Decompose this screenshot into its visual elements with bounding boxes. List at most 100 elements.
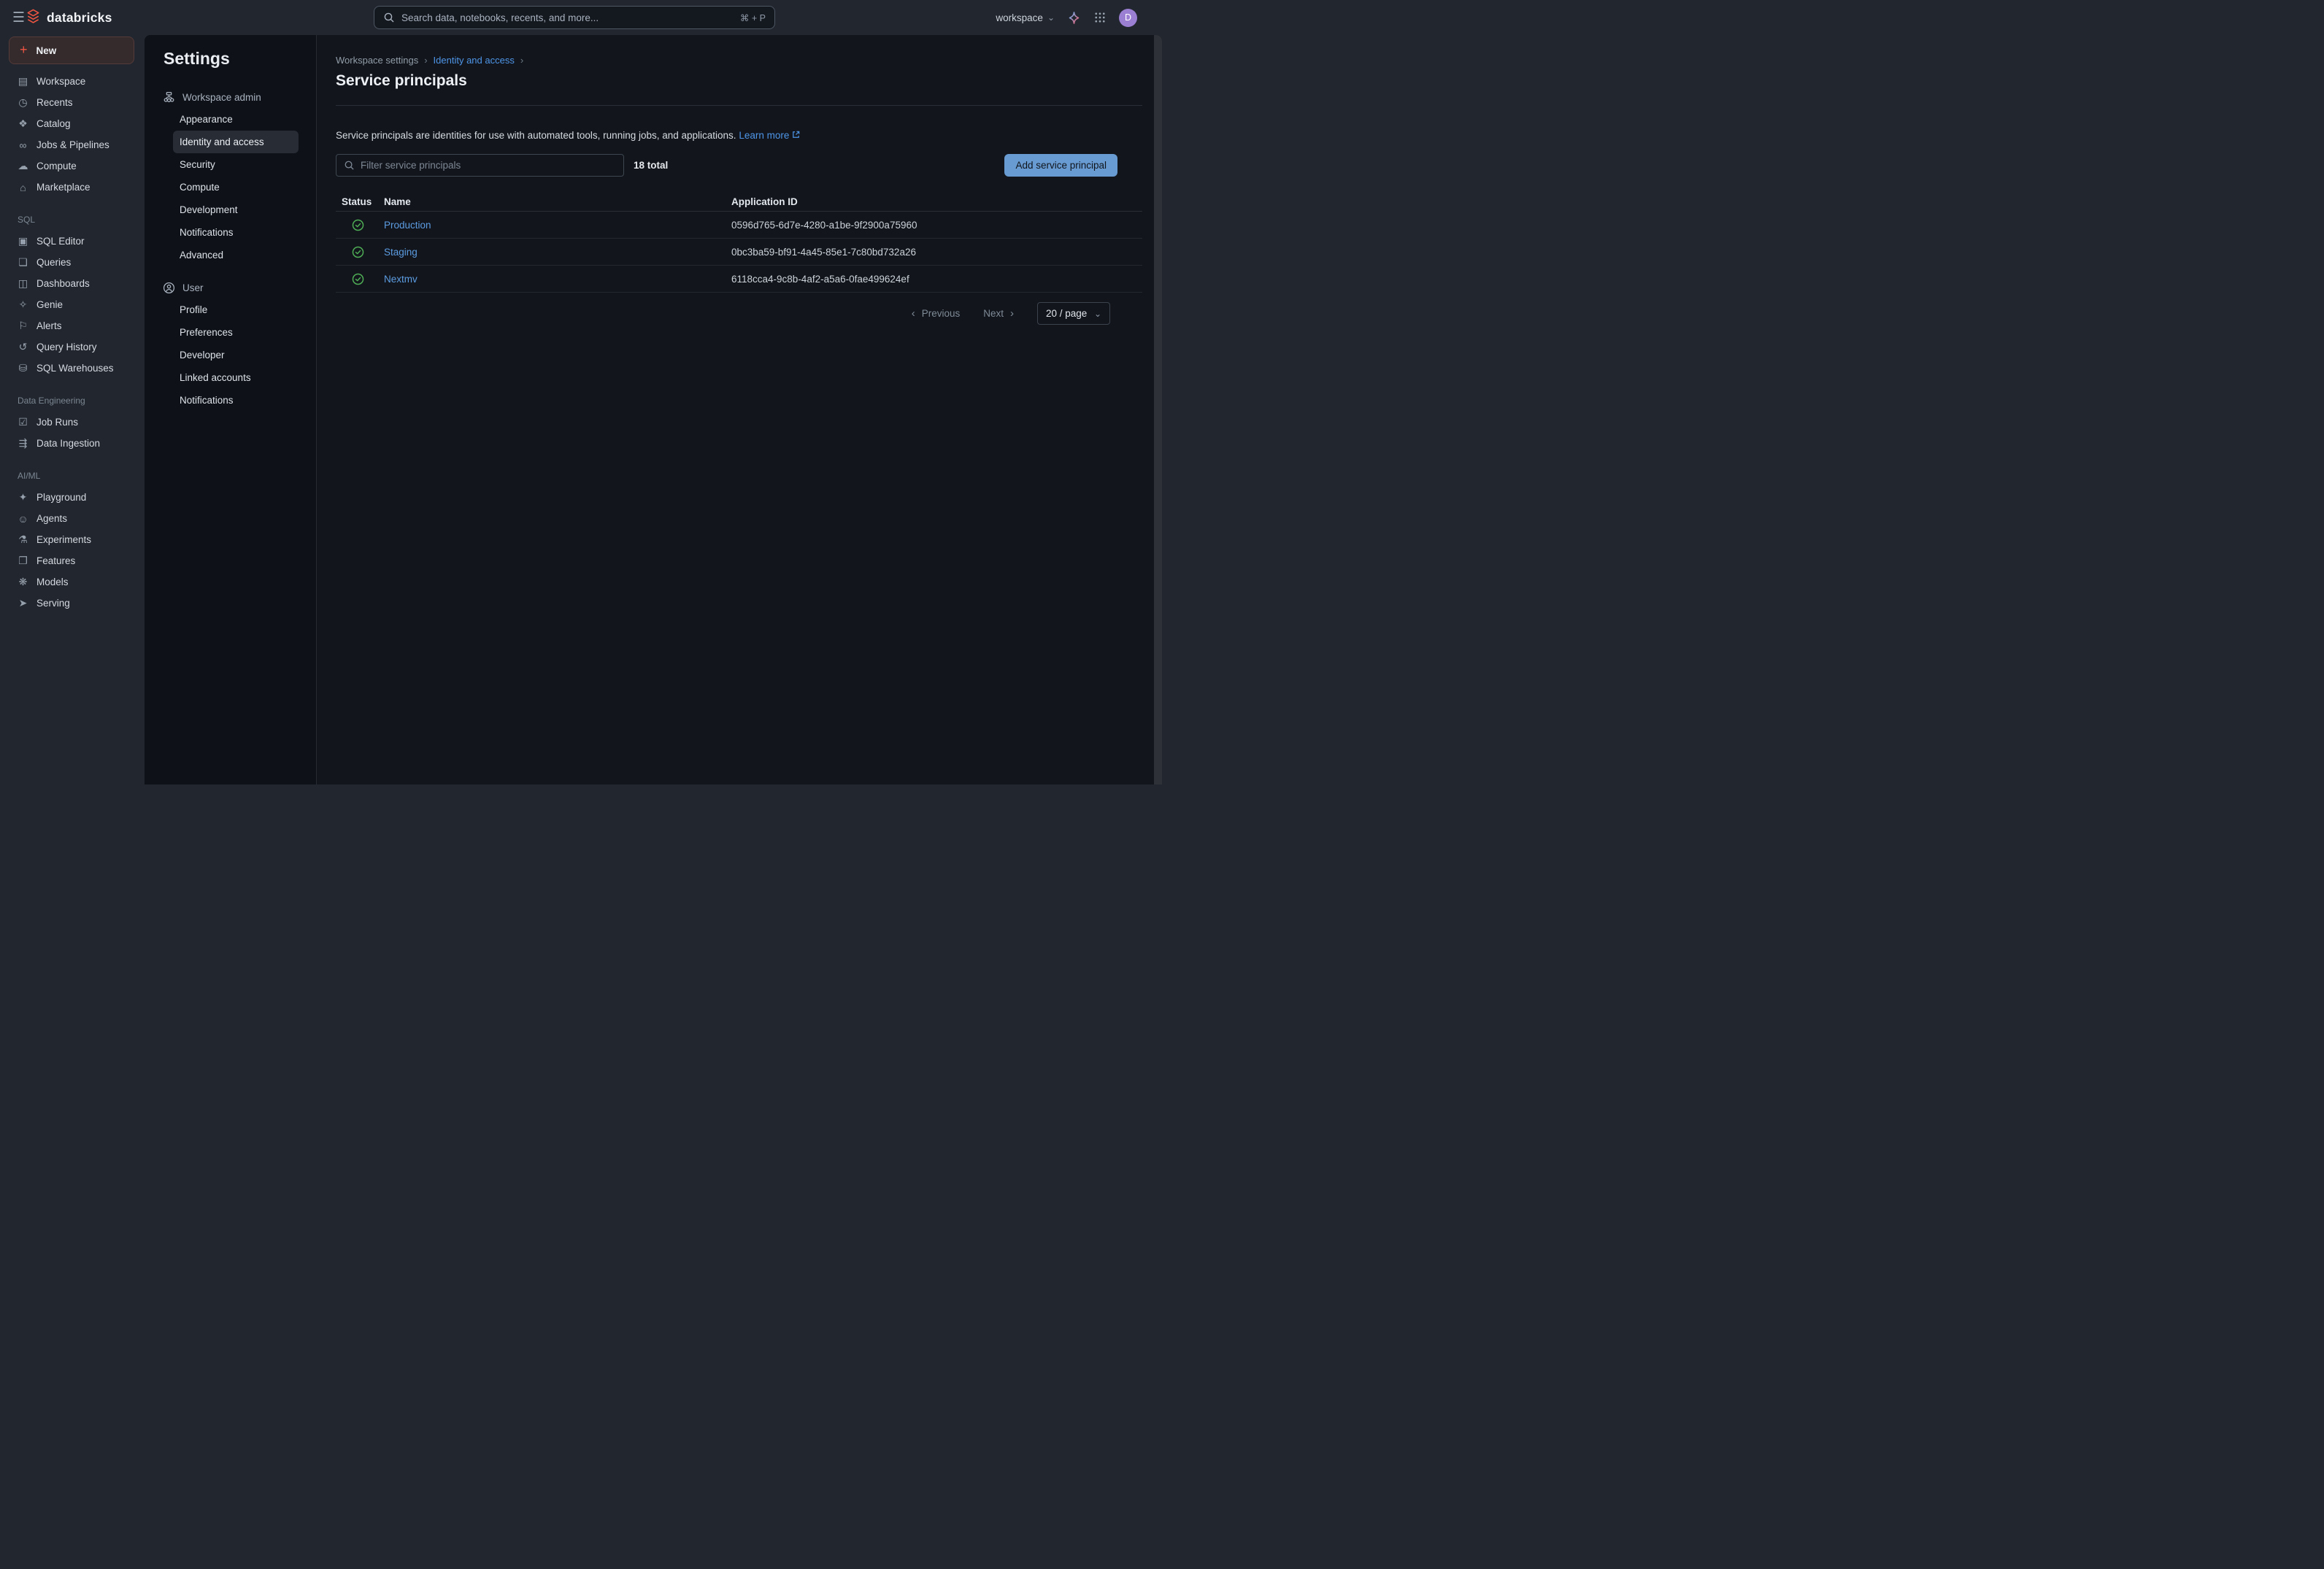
chevron-left-icon: ‹ xyxy=(912,308,915,319)
global-search-bar[interactable]: ⌘ + P xyxy=(374,6,775,29)
next-page-button[interactable]: Next › xyxy=(983,308,1014,319)
previous-page-button[interactable]: ‹ Previous xyxy=(912,308,961,319)
user-avatar[interactable]: D xyxy=(1119,9,1137,27)
breadcrumb-item-identity-and-access[interactable]: Identity and access xyxy=(434,55,515,66)
models-icon: ❋ xyxy=(16,576,30,588)
settings-nav-linked-accounts[interactable]: Linked accounts xyxy=(173,366,299,389)
column-header-name: Name xyxy=(384,196,731,207)
chevron-down-icon: ⌄ xyxy=(1047,13,1055,22)
sidebar-item-queries[interactable]: ❏Queries xyxy=(0,252,145,273)
sidebar-sections: ▤Workspace◷Recents❖Catalog ∞ Jobs & Pipeli… xyxy=(0,64,145,614)
workspace-icon: ▤ xyxy=(16,75,30,88)
table-header-row: StatusNameApplication ID xyxy=(336,192,1142,212)
settings-nav-appearance[interactable]: Appearance xyxy=(173,108,299,131)
status-cell xyxy=(342,273,384,285)
total-count: 18 total xyxy=(634,160,668,171)
workspace-switcher[interactable]: workspace ⌄ xyxy=(996,12,1055,23)
sidebar-item-agents[interactable]: ☺Agents xyxy=(0,508,145,529)
page-title: Service principals xyxy=(336,72,1142,90)
service-principal-name-link[interactable]: Nextmv xyxy=(384,274,418,285)
vertical-scrollbar[interactable] xyxy=(1154,35,1162,784)
sidebar-item-job-runs[interactable]: ☑Job Runs xyxy=(0,412,145,433)
page-description: Service principals are identities for us… xyxy=(336,130,1142,142)
sidebar-item-label: Data Ingestion xyxy=(36,438,100,449)
settings-nav-developer[interactable]: Developer xyxy=(173,344,299,366)
sidebar-item-jobs-pipelines[interactable]: ∞ Jobs & Pipelines xyxy=(0,134,145,155)
sidebar-item-label: Catalog xyxy=(36,118,71,129)
table-row: Nextmv 6118cca4-9c8b-4af2-a5a6-0fae499624… xyxy=(336,266,1142,293)
learn-more-link[interactable]: Learn more xyxy=(739,130,801,141)
sidebar-item-sql-editor[interactable]: ▣SQL Editor xyxy=(0,231,145,252)
sidebar-item-genie[interactable]: ✧Genie xyxy=(0,294,145,315)
alerts-icon: ⚐ xyxy=(16,320,30,332)
sidebar-item-label: Compute xyxy=(36,161,77,171)
experiments-icon: ⚗ xyxy=(16,533,30,546)
plus-icon: + xyxy=(20,42,28,58)
sidebar-item-compute[interactable]: ☁ Compute xyxy=(0,155,145,177)
sidebar-item-dashboards[interactable]: ◫Dashboards xyxy=(0,273,145,294)
settings-nav-identity-and-access[interactable]: Identity and access xyxy=(173,131,299,153)
sidebar-item-sql-warehouses[interactable]: ⛁SQL Warehouses xyxy=(0,358,145,379)
sidebar-item-models[interactable]: ❋Models xyxy=(0,571,145,593)
sidebar-item-label: SQL Editor xyxy=(36,236,85,247)
add-service-principal-button[interactable]: Add service principal xyxy=(1004,154,1117,177)
sidebar-item-features[interactable]: ❐Features xyxy=(0,550,145,571)
sidebar-item-label: Serving xyxy=(36,598,70,609)
jobs-pipelines-icon: ∞ xyxy=(16,139,30,151)
chevron-right-icon: › xyxy=(520,55,523,66)
page-size-select[interactable]: 20 / page ⌄ xyxy=(1037,302,1110,325)
topbar: ☰ databricks ⌘ + P workspace ⌄ xyxy=(0,0,1162,35)
table-body: Production0596d765-6d7e-4280-a1be-9f2900… xyxy=(336,212,1142,293)
sidebar-item-label: Features xyxy=(36,555,75,566)
sidebar-item-marketplace[interactable]: ⌂Marketplace xyxy=(0,177,145,198)
sql-warehouses-icon: ⛁ xyxy=(16,362,30,374)
sidebar-item-alerts[interactable]: ⚐ Alerts xyxy=(0,315,145,336)
sidebar-item-recents[interactable]: ◷Recents xyxy=(0,92,145,113)
settings-group-header-workspace-admin: Workspace admin xyxy=(145,86,316,108)
sidebar-item-playground[interactable]: ✦Playground xyxy=(0,487,145,508)
filter-service-principals-field[interactable] xyxy=(336,154,624,177)
sidebar-item-workspace[interactable]: ▤Workspace xyxy=(0,71,145,92)
sidebar-item-catalog[interactable]: ❖Catalog xyxy=(0,113,145,134)
filter-service-principals-input[interactable] xyxy=(361,160,616,171)
settings-group-user: UserProfilePreferencesDeveloperLinked ac… xyxy=(145,277,316,412)
sidebar-item-label: Jobs & Pipelines xyxy=(36,139,109,150)
breadcrumb-item-workspace-settings[interactable]: Workspace settings xyxy=(336,55,418,66)
title-divider xyxy=(336,105,1142,106)
app-sidebar: + New ▤Workspace◷Recents❖Catalog ∞ Jobs & … xyxy=(0,35,145,784)
sidebar-item-data-ingestion[interactable]: ⇶ Data Ingestion xyxy=(0,433,145,454)
marketplace-icon: ⌂ xyxy=(16,182,30,193)
settings-nav-advanced[interactable]: Advanced xyxy=(173,244,299,266)
service-principal-name-link[interactable]: Staging xyxy=(384,247,418,258)
topbar-right: workspace ⌄ D xyxy=(996,0,1137,35)
service-principal-name-link[interactable]: Production xyxy=(384,220,431,231)
data-ingestion-icon: ⇶ xyxy=(16,437,30,450)
settings-nav-security[interactable]: Security xyxy=(173,153,299,176)
sidebar-section-title-ai-ml: AI/ML xyxy=(0,466,145,487)
apps-grid-icon[interactable] xyxy=(1093,11,1107,24)
column-header-status: Status xyxy=(342,196,384,207)
new-button[interactable]: + New xyxy=(9,36,134,64)
application-id-value: 6118cca4-9c8b-4af2-a5a6-0fae499624ef xyxy=(731,274,1142,285)
settings-nav-notifications[interactable]: Notifications xyxy=(173,389,299,412)
table-row: Production0596d765-6d7e-4280-a1be-9f2900… xyxy=(336,212,1142,239)
settings-nav-development[interactable]: Development xyxy=(173,198,299,221)
sidebar-item-experiments[interactable]: ⚗Experiments xyxy=(0,529,145,550)
sidebar-item-query-history[interactable]: ↺Query History xyxy=(0,336,145,358)
sidebar-item-label: Dashboards xyxy=(36,278,90,289)
settings-group-label: Workspace admin xyxy=(182,92,261,103)
settings-nav-profile[interactable]: Profile xyxy=(173,298,299,321)
sidebar-item-label: Alerts xyxy=(36,320,62,331)
sidebar-item-serving[interactable]: ➤Serving xyxy=(0,593,145,614)
settings-nav-notifications[interactable]: Notifications xyxy=(173,221,299,244)
settings-nav-preferences[interactable]: Preferences xyxy=(173,321,299,344)
user-icon xyxy=(163,282,175,294)
page-size-value: 20 / page xyxy=(1046,308,1087,319)
settings-group-workspace-admin: Workspace admin AppearanceIdentity and ac… xyxy=(145,86,316,266)
compute-icon: ☁ xyxy=(16,160,30,172)
global-search-input[interactable] xyxy=(401,12,734,23)
playground-icon: ✦ xyxy=(16,491,30,504)
databricks-logo[interactable]: databricks xyxy=(25,0,112,35)
settings-nav-compute[interactable]: Compute xyxy=(173,176,299,198)
assistant-sparkle-icon[interactable] xyxy=(1067,11,1081,25)
